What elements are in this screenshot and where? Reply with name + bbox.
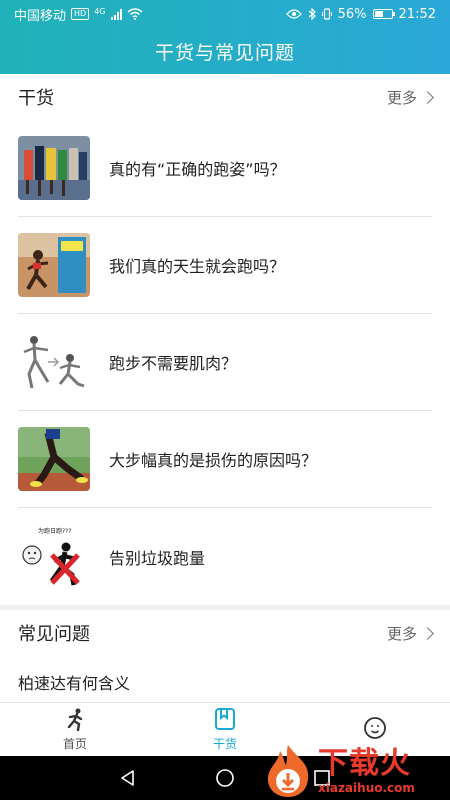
home-icon[interactable]	[215, 768, 235, 788]
svg-text:为跑日跑???: 为跑日跑???	[38, 527, 72, 535]
articles-section-title: 干货	[18, 88, 54, 109]
battery-icon	[372, 9, 395, 19]
bluetooth-icon	[308, 8, 316, 20]
app-header: 中国移动 HD 4G 56% 21:52 干货与常见问题	[0, 0, 450, 74]
faq-section: 常见问题 更多 柏速达有何含义	[0, 610, 450, 708]
faq-more-button[interactable]: 更多	[386, 623, 434, 644]
article-thumbnail	[18, 427, 90, 491]
article-item[interactable]: 我们真的天生就会跑吗？	[18, 217, 432, 314]
article-item[interactable]: 跑步不需要肌肉？	[18, 314, 432, 411]
article-item[interactable]: 大步幅真的是损伤的原因吗？	[18, 411, 432, 508]
tab-home[interactable]: 首页	[0, 703, 150, 756]
article-title: 大步幅真的是损伤的原因吗？	[109, 451, 318, 470]
chevron-right-icon	[421, 626, 434, 640]
status-bar: 中国移动 HD 4G 56% 21:52	[0, 0, 450, 28]
articles-section: 干货 更多 真的有“正确的跑姿”吗？ 我们真的天生就会跑吗？ 跑步不需要肌肉？ …	[0, 74, 450, 605]
faq-more-label: 更多	[386, 624, 417, 643]
runner-icon	[67, 708, 83, 731]
articles-more-button[interactable]: 更多	[386, 87, 434, 108]
page-title: 干货与常见问题	[154, 41, 295, 64]
article-thumbnail: 为跑日跑???	[18, 524, 90, 589]
flame-icon	[262, 743, 314, 799]
article-title: 我们真的天生就会跑吗？	[109, 257, 286, 276]
tab-home-label: 首页	[62, 737, 87, 751]
article-item[interactable]: 为跑日跑??? 告别垃圾跑量	[18, 508, 432, 605]
articles-more-label: 更多	[386, 88, 417, 107]
article-thumbnail	[18, 330, 90, 394]
clock: 21:52	[398, 6, 436, 22]
article-title: 告别垃圾跑量	[109, 548, 206, 568]
back-icon[interactable]	[119, 769, 137, 787]
article-title: 跑步不需要肌肉？	[109, 354, 238, 373]
user-icon	[364, 716, 386, 739]
article-thumbnail	[18, 136, 90, 200]
faq-section-header: 常见问题 更多	[0, 610, 450, 656]
articles-section-header: 干货 更多	[0, 74, 450, 120]
article-item[interactable]: 真的有“正确的跑姿”吗？	[18, 120, 432, 217]
chevron-right-icon	[421, 90, 434, 104]
battery-percent: 56%	[337, 6, 367, 22]
hd-badge: HD	[71, 8, 90, 20]
faq-item[interactable]: 柏速达有何含义	[18, 656, 432, 708]
article-thumbnail	[18, 233, 90, 297]
faq-item-title: 柏速达有何含义	[18, 673, 131, 693]
watermark-title: 下载火	[318, 746, 411, 781]
watermark-url: xiazaihuo.com	[318, 781, 415, 795]
bookmark-icon	[215, 708, 235, 730]
vibrate-icon	[321, 8, 332, 20]
faq-section-title: 常见问题	[18, 624, 90, 645]
article-title: 真的有“正确的跑姿”吗？	[109, 160, 286, 179]
tab-articles-label: 干货	[212, 737, 237, 751]
watermark-logo: 下载火 xiazaihuo.com	[262, 742, 450, 800]
eye-icon	[285, 9, 302, 19]
signal-icon	[110, 8, 122, 20]
network-label: 4G	[94, 6, 106, 16]
carrier-label: 中国移动	[14, 8, 67, 24]
wifi-icon	[127, 8, 142, 20]
